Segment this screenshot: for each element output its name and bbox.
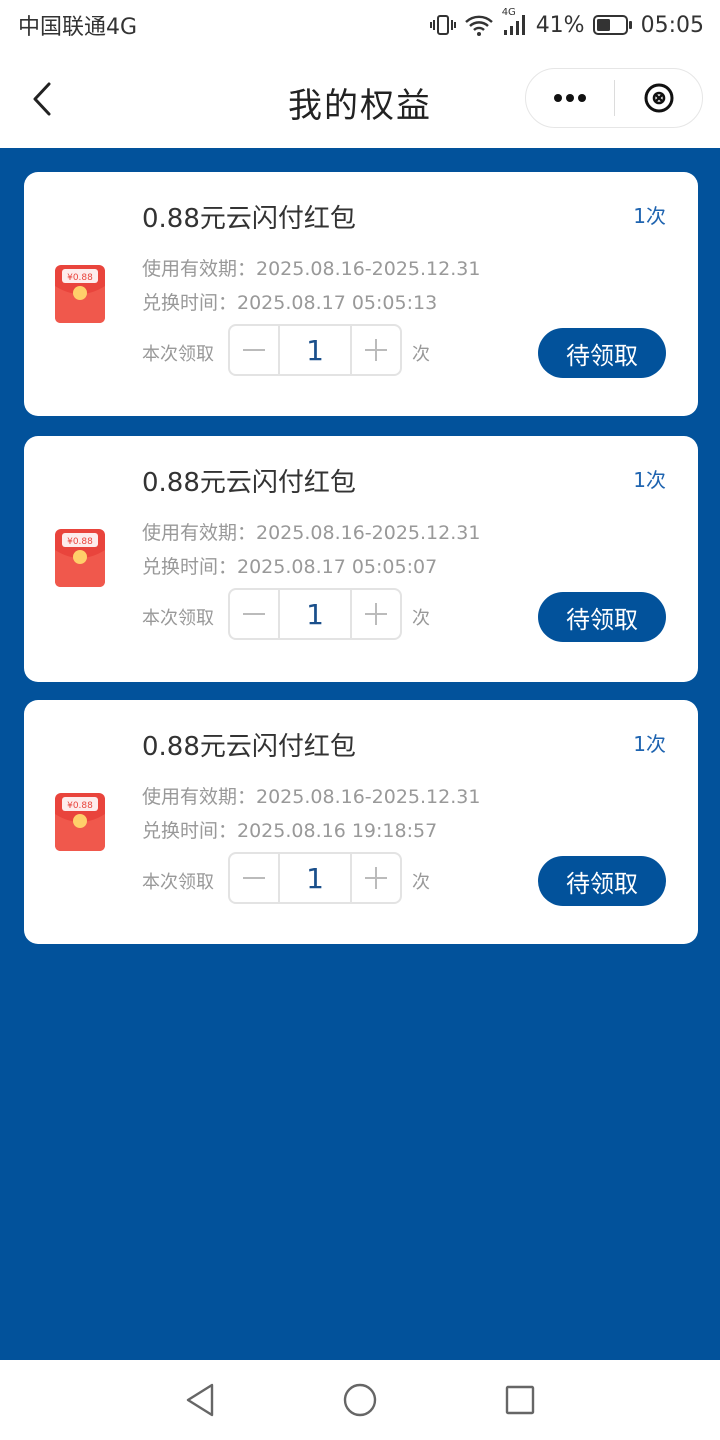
minus-icon [243, 877, 265, 879]
exchange-time: 兑换时间：2025.08.16 19:18:57 [142, 820, 438, 842]
decrement-button[interactable] [230, 854, 278, 902]
clock: 05:05 [640, 12, 704, 38]
minus-icon [243, 613, 265, 615]
signal-icon: 4G [502, 7, 528, 37]
claim-button[interactable]: 待领取 [538, 856, 666, 906]
decrement-button[interactable] [230, 326, 278, 374]
increment-button[interactable] [352, 326, 400, 374]
status-indicators: 4G 41% 05:05 [429, 7, 704, 38]
vibrate-icon [429, 13, 456, 37]
decrement-button[interactable] [230, 590, 278, 638]
validity-period: 使用有效期：2025.08.16-2025.12.31 [142, 786, 481, 808]
system-nav-bar [0, 1360, 720, 1440]
nav-recent-button[interactable] [500, 1380, 540, 1420]
svg-text:¥0.88: ¥0.88 [67, 537, 93, 547]
red-envelope-icon: ¥0.88 [54, 264, 106, 324]
quantity-label: 本次领取 [142, 872, 214, 893]
header: 我的权益 [0, 50, 720, 148]
plus-icon [365, 339, 387, 361]
more-button[interactable] [526, 68, 614, 128]
svg-text:¥0.88: ¥0.88 [67, 273, 93, 283]
svg-text:¥0.88: ¥0.88 [67, 801, 93, 811]
validity-period: 使用有效期：2025.08.16-2025.12.31 [142, 258, 481, 280]
quantity-unit: 次 [412, 872, 430, 893]
mini-program-capsule [525, 68, 703, 128]
quantity-value[interactable]: 1 [278, 854, 352, 902]
benefit-title: 0.88元云闪付红包 [142, 732, 356, 762]
benefit-card: ¥0.88 0.88元云闪付红包 1次 使用有效期：2025.08.16-202… [24, 700, 698, 944]
exchange-time: 兑换时间：2025.08.17 05:05:07 [142, 556, 438, 578]
wifi-icon [464, 13, 494, 37]
quantity-value[interactable]: 1 [278, 590, 352, 638]
quantity-label: 本次领取 [142, 608, 214, 629]
validity-period: 使用有效期：2025.08.16-2025.12.31 [142, 522, 481, 544]
benefit-count: 1次 [633, 732, 666, 756]
benefit-count: 1次 [633, 468, 666, 492]
increment-button[interactable] [352, 590, 400, 638]
benefit-title: 0.88元云闪付红包 [142, 468, 356, 498]
claim-button[interactable]: 待领取 [538, 592, 666, 642]
more-dots-icon [554, 94, 586, 102]
quantity-unit: 次 [412, 344, 430, 365]
benefit-title: 0.88元云闪付红包 [142, 204, 356, 234]
minus-icon [243, 349, 265, 351]
plus-icon [365, 867, 387, 889]
quantity-value[interactable]: 1 [278, 326, 352, 374]
red-envelope-icon: ¥0.88 [54, 528, 106, 588]
battery-icon [592, 14, 633, 36]
carrier-label: 中国联通4G [18, 15, 138, 40]
square-recent-icon [505, 1385, 535, 1415]
triangle-back-icon [186, 1383, 214, 1417]
increment-button[interactable] [352, 854, 400, 902]
close-button[interactable] [615, 68, 702, 128]
benefit-card: ¥0.88 0.88元云闪付红包 1次 使用有效期：2025.08.16-202… [24, 172, 698, 416]
nav-home-button[interactable] [340, 1380, 380, 1420]
plus-icon [365, 603, 387, 625]
claim-button[interactable]: 待领取 [538, 328, 666, 378]
quantity-stepper: 1 [228, 588, 402, 640]
nav-back-button[interactable] [180, 1380, 220, 1420]
benefit-count: 1次 [633, 204, 666, 228]
benefit-card: ¥0.88 0.88元云闪付红包 1次 使用有效期：2025.08.16-202… [24, 436, 698, 682]
quantity-stepper: 1 [228, 852, 402, 904]
benefits-list: ¥0.88 0.88元云闪付红包 1次 使用有效期：2025.08.16-202… [0, 148, 720, 1360]
status-bar: 中国联通4G 4G 41% 05:05 [0, 0, 720, 50]
red-envelope-icon: ¥0.88 [54, 792, 106, 852]
quantity-label: 本次领取 [142, 344, 214, 365]
battery-percent: 41% [535, 12, 585, 38]
quantity-stepper: 1 [228, 324, 402, 376]
circle-home-icon [343, 1383, 377, 1417]
network-type-label: 4G [501, 7, 516, 18]
quantity-unit: 次 [412, 608, 430, 629]
close-circle-icon [644, 83, 673, 113]
exchange-time: 兑换时间：2025.08.17 05:05:13 [142, 292, 438, 314]
